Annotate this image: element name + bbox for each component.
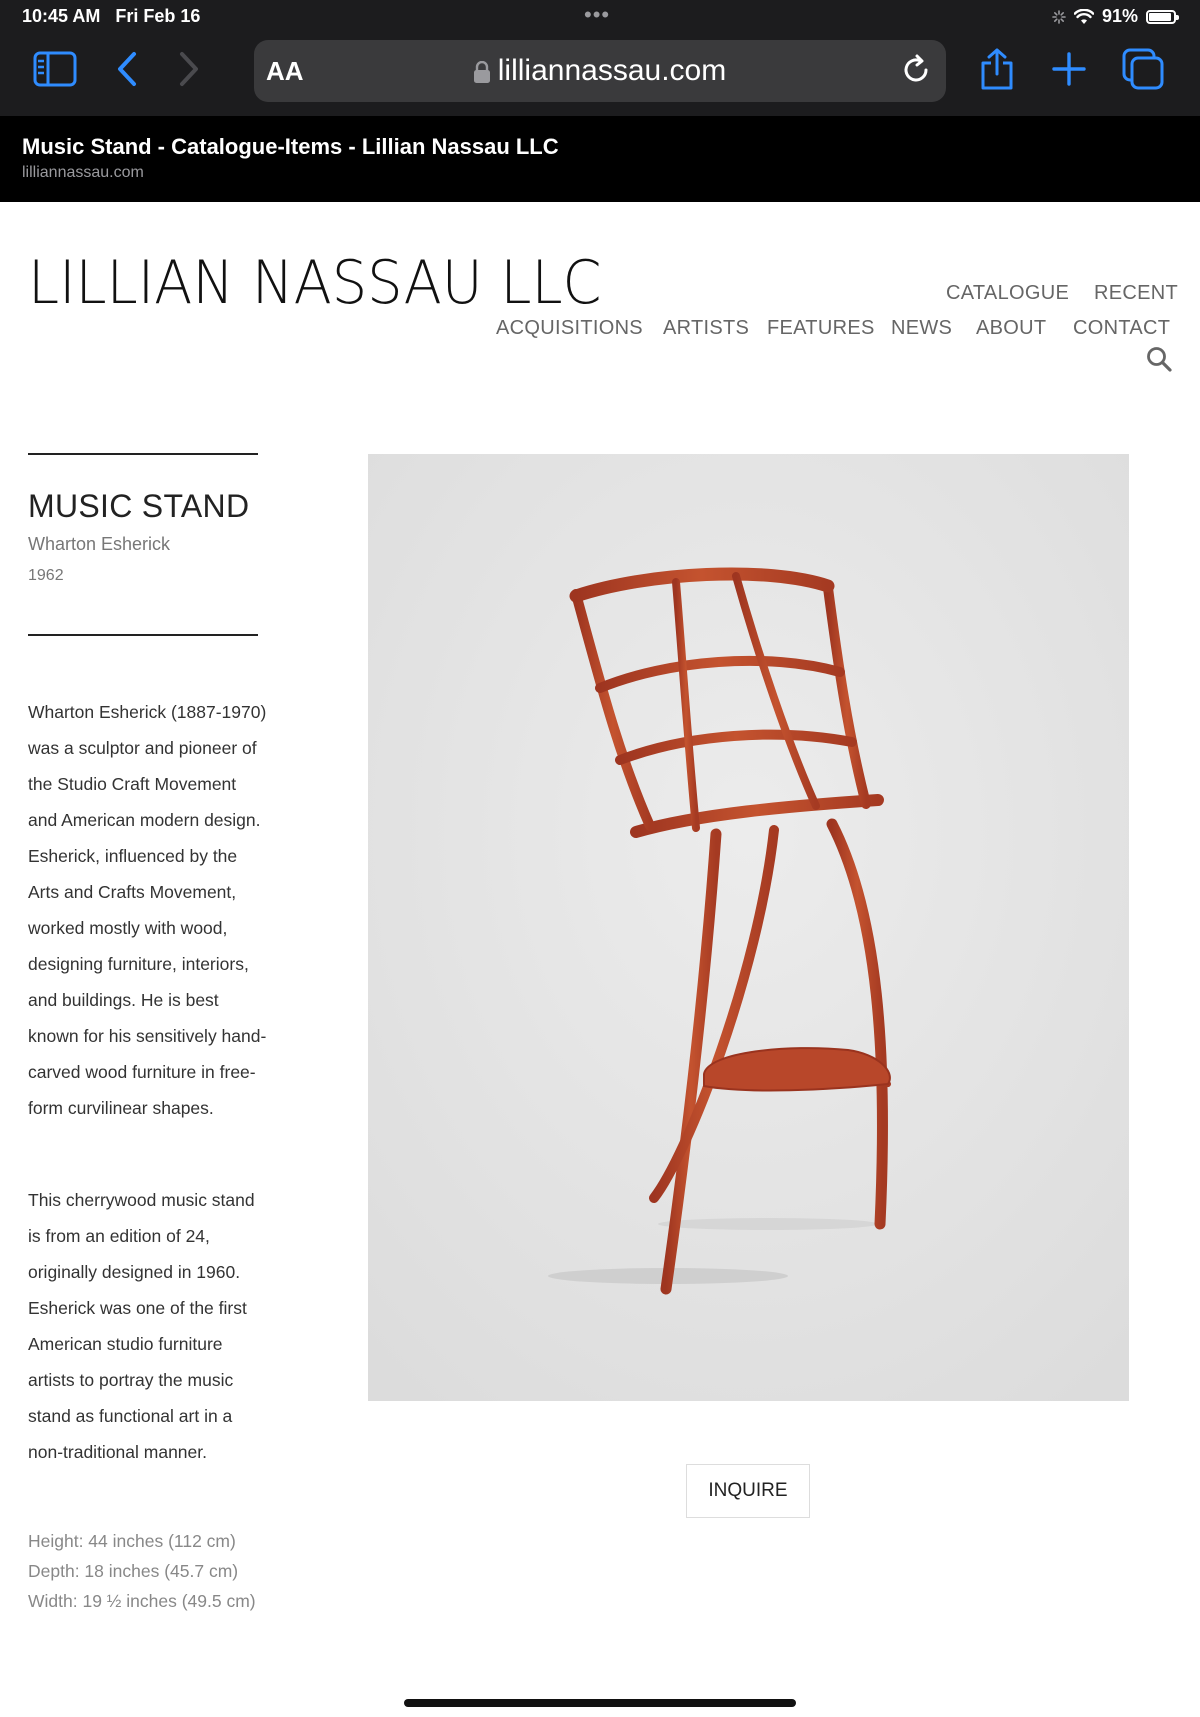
forward-button[interactable] <box>164 44 214 94</box>
nav-recent[interactable]: RECENT <box>1094 282 1178 305</box>
divider-bottom <box>28 634 258 636</box>
back-icon <box>118 52 136 86</box>
status-time: 10:45 AM Fri Feb 16 <box>22 6 201 26</box>
forward-icon <box>180 52 198 86</box>
address-bar[interactable]: AA lilliannassau.com <box>254 40 946 102</box>
tab-domain: lilliannassau.com <box>22 164 144 181</box>
tab-title: Music Stand - Catalogue-Items - Lillian … <box>22 134 559 159</box>
site-logo[interactable]: LILLIAN NASSAU LLC <box>28 248 602 318</box>
sidebar-button[interactable] <box>30 44 80 94</box>
battery-percent: 91% <box>1101 6 1138 26</box>
multitasking-dots-icon[interactable]: ••• <box>584 2 610 28</box>
browser-chrome: 10:45 AM Fri Feb 16 ••• 91% AA lillianna… <box>0 0 1200 116</box>
item-description-object: This cherrywood music stand is from an e… <box>28 1190 255 1462</box>
nav-about[interactable]: ABOUT <box>976 317 1046 340</box>
activity-icon <box>1052 9 1066 24</box>
item-year: 1962 <box>28 567 64 584</box>
tab-title-bar: Music Stand - Catalogue-Items - Lillian … <box>0 116 1200 202</box>
nav-features[interactable]: FEATURES <box>767 317 875 340</box>
product-photo[interactable] <box>368 454 1129 1401</box>
search-button[interactable] <box>1146 346 1174 374</box>
status-bar: 10:45 AM Fri Feb 16 ••• 91% <box>0 0 1200 34</box>
url-text: lilliannassau.com <box>497 54 727 87</box>
url-field[interactable]: lilliannassau.com <box>254 54 946 88</box>
new-tab-button[interactable] <box>1044 44 1094 94</box>
home-indicator[interactable] <box>404 1699 796 1707</box>
battery-level <box>1149 12 1171 21</box>
tabs-button[interactable] <box>1118 44 1168 94</box>
dimension-depth: Depth: 18 inches (45.7 cm) <box>28 1561 239 1581</box>
dimension-height: Height: 44 inches (112 cm) <box>28 1531 236 1551</box>
tabs-icon <box>1122 48 1164 90</box>
inquire-button[interactable]: INQUIRE <box>686 1464 810 1518</box>
divider-top <box>28 453 258 455</box>
dimension-width: Width: 19 ½ inches (49.5 cm) <box>28 1591 256 1611</box>
item-artist[interactable]: Wharton Esherick <box>28 534 170 555</box>
nav-acquisitions[interactable]: ACQUISITIONS <box>496 317 643 340</box>
music-stand-image <box>368 454 1129 1401</box>
item-title: MUSIC STAND <box>28 488 250 524</box>
nav-news[interactable]: NEWS <box>891 317 952 340</box>
new-tab-icon <box>1052 52 1086 86</box>
wifi-icon <box>1073 8 1094 24</box>
lock-icon <box>473 61 490 84</box>
nav-artists[interactable]: ARTISTS <box>663 317 749 340</box>
battery-icon <box>1146 9 1179 24</box>
nav-catalogue[interactable]: CATALOGUE <box>946 282 1069 305</box>
item-dimensions: Height: 44 inches (112 cm) Depth: 18 inc… <box>28 1526 256 1616</box>
reload-icon <box>904 54 928 82</box>
share-button[interactable] <box>972 44 1022 94</box>
search-icon <box>1147 347 1172 372</box>
status-right: 91% <box>1052 6 1179 27</box>
reload-button[interactable] <box>898 52 934 93</box>
nav-contact[interactable]: CONTACT <box>1073 317 1170 340</box>
share-icon <box>981 48 1013 90</box>
item-description-artist: Wharton Esherick (1887-1970) was a sculp… <box>28 702 267 1118</box>
sidebar-icon <box>33 51 77 87</box>
back-button[interactable] <box>102 44 152 94</box>
